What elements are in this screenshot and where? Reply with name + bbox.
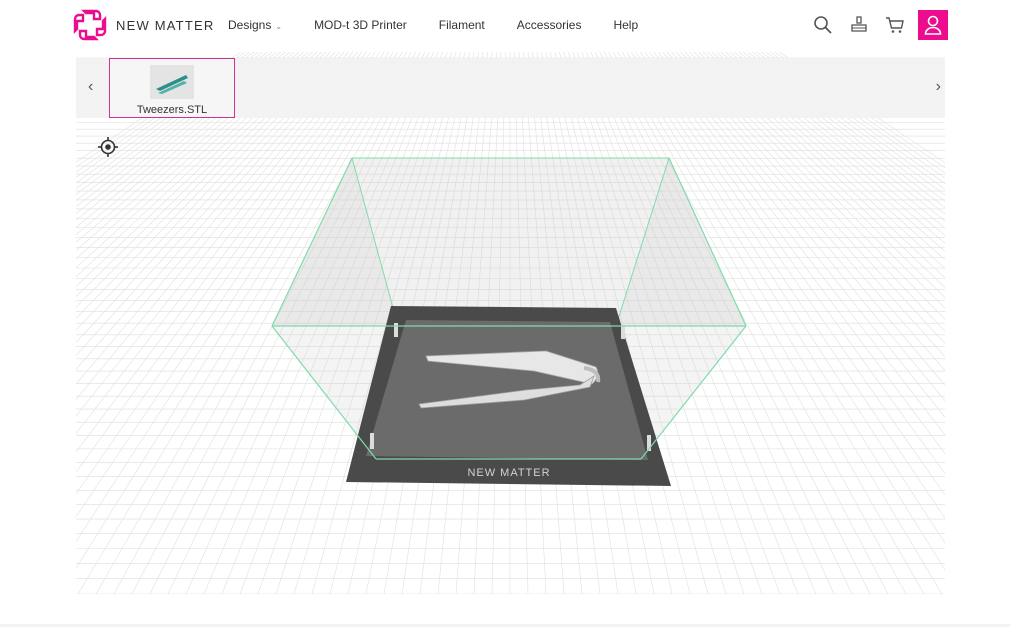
nav-help[interactable]: Help (613, 18, 638, 32)
nav-accessories[interactable]: Accessories (517, 18, 582, 32)
3d-viewer[interactable]: NEW MATTER (76, 52, 945, 594)
cart-button[interactable] (880, 10, 910, 40)
cart-icon (886, 17, 904, 33)
3d-scene[interactable]: NEW MATTER (76, 52, 945, 594)
brand-name: NEW MATTER (116, 17, 215, 33)
file-thumbnail[interactable]: Tweezers.STL (109, 58, 235, 118)
nav-designs[interactable]: Designs ⌄ (228, 18, 282, 32)
user-icon (924, 15, 942, 35)
search-button[interactable] (808, 10, 838, 40)
nav-mod-t-printer[interactable]: MOD-t 3D Printer (314, 18, 407, 32)
file-tray: ‹ Tweezers.STL › (76, 58, 945, 118)
bed-logo-text: NEW MATTER (467, 467, 550, 479)
printer-button[interactable] (844, 10, 874, 40)
nav-designs-label: Designs (228, 18, 272, 32)
user-account-button[interactable] (918, 10, 948, 40)
chevron-down-icon: ⌄ (275, 22, 283, 31)
locate-button[interactable] (97, 136, 119, 158)
header-actions (802, 10, 948, 40)
main-nav: Designs ⌄ MOD-t 3D Printer Filament Acces… (228, 18, 670, 32)
printer-icon (851, 16, 867, 32)
print-bed-surface (366, 320, 648, 460)
header: NEW MATTER Designs ⌄ MOD-t 3D Printer Fil… (0, 0, 1010, 52)
tweezers-thumbnail-image (150, 65, 194, 99)
file-name-label: Tweezers.STL (136, 104, 208, 116)
tray-next-arrow[interactable]: › (936, 78, 941, 96)
search-icon (814, 16, 832, 34)
tray-prev-arrow[interactable]: ‹ (88, 78, 93, 96)
brand-logo[interactable]: NEW MATTER (72, 8, 214, 42)
nav-filament[interactable]: Filament (439, 18, 485, 32)
new-matter-logo-icon (73, 9, 107, 41)
crosshair-icon (98, 137, 118, 157)
